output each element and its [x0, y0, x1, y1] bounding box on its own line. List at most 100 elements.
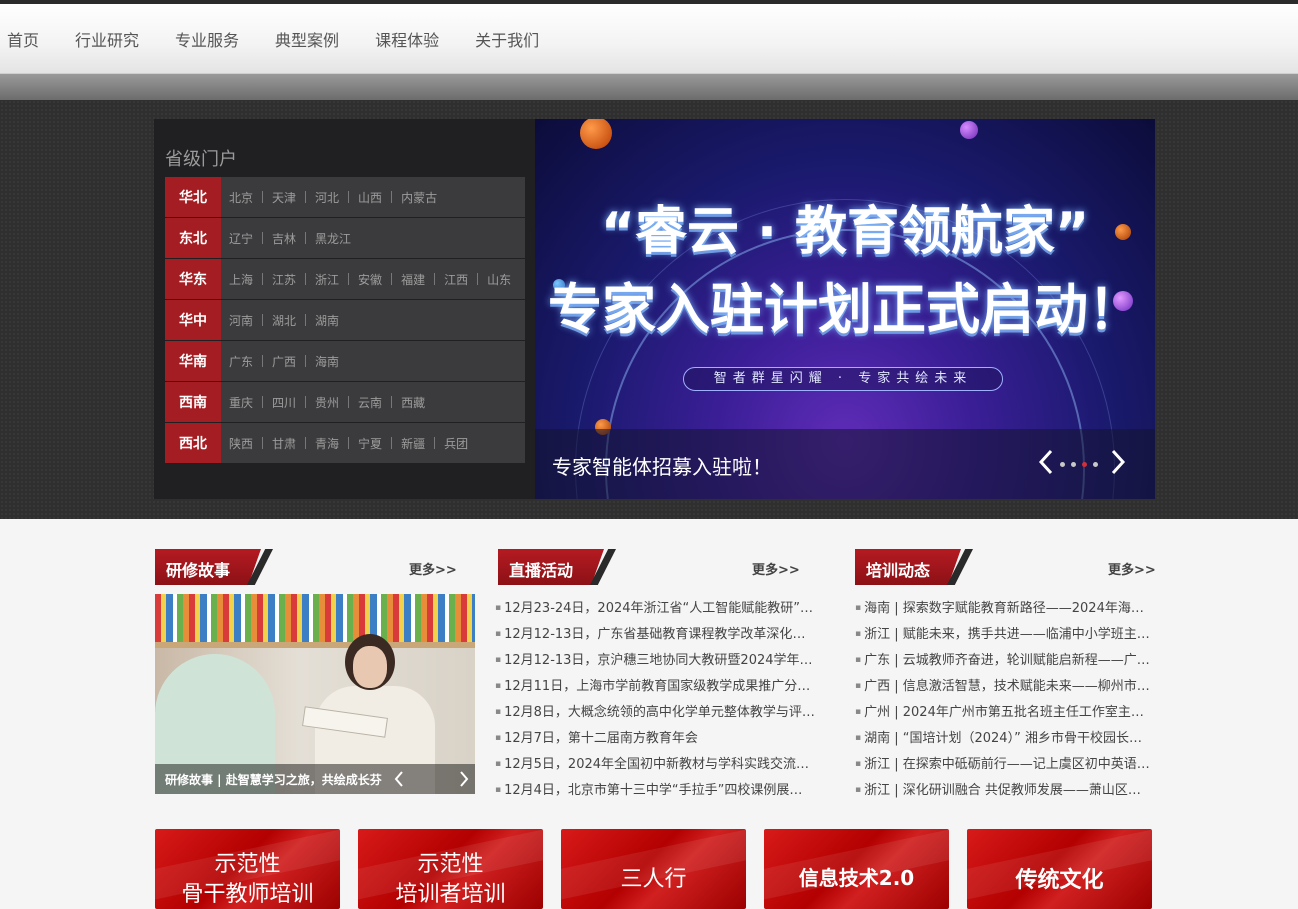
story-caption[interactable]: 研修故事 | 赴智慧学习之旅，共绘成长芬 [165, 771, 382, 788]
city-link[interactable]: 四川 [272, 394, 296, 411]
region-name[interactable]: 华北 [165, 177, 221, 217]
region-name[interactable]: 华南 [165, 341, 221, 381]
program-card-three-person-walk[interactable]: 三人行 [561, 829, 746, 909]
city-link[interactable]: 上海 [229, 271, 253, 288]
city-separator [262, 191, 264, 203]
city-link[interactable]: 广西 [272, 353, 296, 370]
city-link[interactable]: 江苏 [272, 271, 296, 288]
banner-dot[interactable] [1093, 462, 1098, 467]
city-link[interactable]: 江西 [444, 271, 468, 288]
city-link[interactable]: 福建 [401, 271, 425, 288]
list-item[interactable]: 12月5日，2024年全国初中新教材与学科实践交流研… [495, 753, 817, 779]
list-item[interactable]: 12月4日，北京市第十三中学“手拉手”四校课例展… [495, 779, 817, 805]
list-item[interactable]: 12月11日，上海市学前教育国家级教学成果推广分… [495, 675, 817, 701]
region-name[interactable]: 东北 [165, 218, 221, 258]
region-name[interactable]: 西北 [165, 423, 221, 463]
city-link[interactable]: 青海 [315, 435, 339, 452]
banner-dot[interactable] [1060, 462, 1065, 467]
city-link[interactable]: 海南 [315, 353, 339, 370]
city-link[interactable]: 辽宁 [229, 230, 253, 247]
city-link[interactable]: 湖南 [315, 312, 339, 329]
city-link[interactable]: 河北 [315, 189, 339, 206]
region-row: 西北 陕西 甘肃 青海 宁夏 新疆 兵团 [165, 423, 525, 463]
banner-carousel[interactable]: “睿云 · 教育领航家” 专家入驻计划正式启动！ 智者群星闪耀 · 专家共绘未来… [535, 119, 1155, 499]
nav-item-home[interactable]: 首页 [7, 27, 39, 51]
list-item[interactable]: 浙江 | 在探索中砥砺前行——记上虞区初中英语… [855, 753, 1152, 779]
live-section-header: 直播活动 更多>> [498, 549, 818, 585]
program-card-info-tech[interactable]: 信息技术2.0 [764, 829, 949, 909]
story-next-arrow-icon[interactable] [458, 770, 470, 788]
city-link[interactable]: 湖北 [272, 312, 296, 329]
list-item[interactable]: 广州 | 2024年广州市第五批名班主任工作室主持… [855, 701, 1152, 727]
city-separator [305, 273, 307, 285]
banner-dot[interactable] [1082, 462, 1087, 467]
city-link[interactable]: 安徽 [358, 271, 382, 288]
city-link[interactable]: 山西 [358, 189, 382, 206]
city-link[interactable]: 贵州 [315, 394, 339, 411]
city-link[interactable]: 河南 [229, 312, 253, 329]
list-item[interactable]: 12月23-24日，2024年浙江省“人工智能赋能教研”… [495, 597, 817, 623]
program-card-subtitle: 培训者培训 [395, 882, 506, 907]
city-separator [391, 191, 393, 203]
city-link[interactable]: 浙江 [315, 271, 339, 288]
nav-item-industry-research[interactable]: 行业研究 [75, 27, 139, 51]
training-more-link[interactable]: 更多>> [1108, 559, 1156, 578]
city-link[interactable]: 兵团 [444, 435, 468, 452]
nav-item-course-experience[interactable]: 课程体验 [375, 27, 439, 51]
story-prev-arrow-icon[interactable] [393, 770, 405, 788]
region-city-links: 上海 江苏 浙江 安徽 福建 江西 山东 [221, 271, 511, 288]
live-more-link[interactable]: 更多>> [752, 559, 800, 578]
live-section-title: 直播活动 [509, 561, 574, 580]
city-separator [348, 396, 350, 408]
city-separator [434, 437, 436, 449]
list-item[interactable]: 湖南 | “国培计划（2024）” 湘乡市骨干校园长… [855, 727, 1152, 753]
city-separator [391, 437, 393, 449]
region-name[interactable]: 华东 [165, 259, 221, 299]
banner-caption[interactable]: 专家智能体招募入驻啦！ [552, 451, 772, 480]
nav-shadow-band [0, 74, 1298, 100]
main-nav: 首页 行业研究 专业服务 典型案例 课程体验 关于我们 [0, 4, 1298, 74]
stories-section-title: 研修故事 [166, 561, 231, 580]
list-item[interactable]: 12月7日，第十二届南方教育年会 [495, 727, 817, 753]
city-link[interactable]: 广东 [229, 353, 253, 370]
city-link[interactable]: 山东 [487, 271, 511, 288]
list-item[interactable]: 广东 | 云城教师齐奋进，轮训赋能启新程——广… [855, 649, 1152, 675]
story-photo-slider[interactable]: 研修故事 | 赴智慧学习之旅，共绘成长芬 [155, 594, 475, 794]
list-item[interactable]: 浙江 | 赋能未来，携手共进——临浦中小学班主… [855, 623, 1152, 649]
banner-next-arrow-icon[interactable] [1110, 449, 1126, 475]
city-separator [348, 273, 350, 285]
region-name[interactable]: 华中 [165, 300, 221, 340]
city-link[interactable]: 陕西 [229, 435, 253, 452]
city-link[interactable]: 甘肃 [272, 435, 296, 452]
city-link[interactable]: 西藏 [401, 394, 425, 411]
program-card-traditional-culture[interactable]: 传统文化 [967, 829, 1152, 909]
decor-sphere [580, 119, 612, 149]
list-item[interactable]: 浙江 | 深化研训融合 共促教师发展——萧山区研… [855, 779, 1152, 805]
nav-item-professional-services[interactable]: 专业服务 [175, 27, 239, 51]
program-card-trainer-training[interactable]: 示范性 培训者培训 [358, 829, 543, 909]
list-item[interactable]: 12月12-13日，京沪穗三地协同大教研暨2024学年第… [495, 649, 817, 675]
list-item[interactable]: 广西 | 信息激活智慧，技术赋能未来——柳州市… [855, 675, 1152, 701]
city-link[interactable]: 内蒙古 [401, 189, 437, 206]
provincial-portal: 省级门户 华北 北京 天津 河北 山西 内蒙古 东北 辽宁 吉林 黑龙江 华东 上海 江苏 浙江 安徽 福建 江… [154, 119, 535, 499]
nav-item-about-us[interactable]: 关于我们 [475, 27, 539, 51]
program-card-key-teacher-training[interactable]: 示范性 骨干教师培训 [155, 829, 340, 909]
city-link[interactable]: 宁夏 [358, 435, 382, 452]
nav-item-typical-cases[interactable]: 典型案例 [275, 27, 339, 51]
city-link[interactable]: 云南 [358, 394, 382, 411]
city-link[interactable]: 吉林 [272, 230, 296, 247]
banner-prev-arrow-icon[interactable] [1038, 449, 1054, 475]
stories-more-link[interactable]: 更多>> [409, 559, 457, 578]
city-link[interactable]: 重庆 [229, 394, 253, 411]
city-separator [391, 396, 393, 408]
city-link[interactable]: 北京 [229, 189, 253, 206]
banner-dot[interactable] [1071, 462, 1076, 467]
city-link[interactable]: 黑龙江 [315, 230, 351, 247]
list-item[interactable]: 12月12-13日，广东省基础教育课程教学改革深化行… [495, 623, 817, 649]
list-item[interactable]: 海南 | 探索数字赋能教育新路径——2024年海南… [855, 597, 1152, 623]
city-link[interactable]: 天津 [272, 189, 296, 206]
list-item[interactable]: 12月8日，大概念统领的高中化学单元整体教学与评… [495, 701, 817, 727]
city-link[interactable]: 新疆 [401, 435, 425, 452]
region-row: 华东 上海 江苏 浙江 安徽 福建 江西 山东 [165, 259, 525, 299]
region-name[interactable]: 西南 [165, 382, 221, 422]
